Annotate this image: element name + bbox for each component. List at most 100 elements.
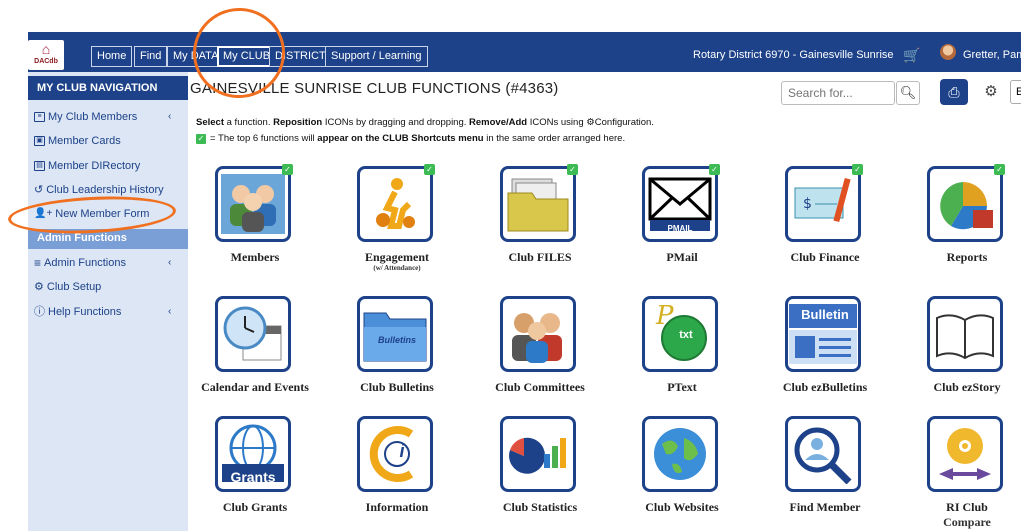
tile-label[interactable]: Find Member xyxy=(755,500,895,514)
committee-icon[interactable] xyxy=(500,296,576,372)
icon-caption: Bulletin xyxy=(801,307,849,322)
function-tile-club-ezbulletins[interactable]: Bulletin Club ezBulletins xyxy=(755,296,895,406)
globe-icon[interactable] xyxy=(642,416,718,492)
rotary-compare-icon[interactable] xyxy=(927,416,1003,492)
tile-label[interactable]: Calendar and Events xyxy=(185,380,325,394)
calendar-clock-icon[interactable] xyxy=(215,296,291,372)
chevron-left-icon[interactable]: ‹ xyxy=(168,254,171,272)
check-pen-icon[interactable]: $ xyxy=(785,166,861,242)
tile-label[interactable]: Club ezStory xyxy=(897,380,1021,394)
shortcut-checkmark-icon: ✓ xyxy=(852,164,863,175)
chevron-left-icon[interactable]: ‹ xyxy=(168,108,171,126)
tile-label[interactable]: Club FILES xyxy=(470,250,610,264)
search-input[interactable] xyxy=(781,81,895,105)
instruction-line-2: ✓ = The top 6 functions will appear on th… xyxy=(196,133,626,144)
cart-icon[interactable]: 🛒 xyxy=(903,47,920,64)
directory-icon: ▤ xyxy=(34,161,45,171)
tile-label[interactable]: Club Committees xyxy=(470,380,610,394)
engagement-icon[interactable] xyxy=(357,166,433,242)
function-tile-reports[interactable]: ✓ Reports xyxy=(897,164,1021,276)
tile-label[interactable]: Reports xyxy=(897,250,1021,264)
district-label[interactable]: Rotary District 6970 - Gainesville Sunri… xyxy=(693,46,894,64)
sidebar-item-help-functions[interactable]: ⓘ Help Functions ‹ xyxy=(34,303,171,321)
sidebar-header: MY CLUB NAVIGATION xyxy=(28,76,188,100)
sidebar-item-my-club-members[interactable]: ≡ My Club Members ‹ xyxy=(34,108,171,126)
find-member-icon[interactable] xyxy=(785,416,861,492)
chevron-left-icon[interactable]: ‹ xyxy=(168,303,171,321)
icon-caption: txt xyxy=(679,329,693,341)
text-bubble-icon[interactable]: Ptxt xyxy=(642,296,718,372)
icon-caption: Grants xyxy=(230,469,276,485)
function-tile-calendar-and-events[interactable]: Calendar and Events xyxy=(185,296,325,406)
tile-label[interactable]: RI Club xyxy=(897,500,1021,514)
sidebar-item-member-cards[interactable]: ▣ Member Cards xyxy=(34,132,121,150)
tile-label[interactable]: Club Finance xyxy=(755,250,895,264)
ezbulletin-icon[interactable]: Bulletin xyxy=(785,296,861,372)
settings-icon: ⚙ xyxy=(34,281,44,293)
function-tile-club-files[interactable]: ✓ Club FILES xyxy=(470,164,610,276)
sidebar-item-label: Club Setup xyxy=(46,281,102,293)
logo-mark-icon: ⌂ xyxy=(41,41,51,57)
sidebar-item-admin-functions[interactable]: ≡ Admin Functions ‹ xyxy=(34,254,171,272)
user-name[interactable]: Gretter, Pam xyxy=(963,46,1021,64)
function-tile-information[interactable]: i Information xyxy=(327,416,467,526)
function-tile-club-finance[interactable]: $ ✓ Club Finance xyxy=(755,164,895,276)
function-tile-club-ezstory[interactable]: Club ezStory xyxy=(897,296,1021,406)
print-icon[interactable]: ⎙ xyxy=(940,79,968,105)
function-tile-club-committees[interactable]: Club Committees xyxy=(470,296,610,406)
function-tile-club-websites[interactable]: Club Websites xyxy=(612,416,752,526)
tab-find[interactable]: Find xyxy=(134,46,168,67)
globe-grants-icon[interactable]: Grants xyxy=(215,416,291,492)
export-button[interactable]: E xyxy=(1010,80,1021,104)
info-icon[interactable]: i xyxy=(357,416,433,492)
members-icon[interactable] xyxy=(215,166,291,242)
function-tile-pmail[interactable]: PMAIL ✓ PMail xyxy=(612,164,752,276)
function-tile-find-member[interactable]: Find Member xyxy=(755,416,895,526)
tile-label[interactable]: Club ezBulletins xyxy=(755,380,895,394)
tab-home[interactable]: Home xyxy=(91,46,133,67)
sidebar-item-member-directory[interactable]: ▤ Member DIRectory xyxy=(34,157,140,175)
members-list-icon: ≡ xyxy=(34,112,45,122)
function-tile-club-grants[interactable]: Grants Club Grants xyxy=(185,416,325,526)
function-tile-club-bulletins[interactable]: Bulletins Club Bulletins xyxy=(327,296,467,406)
icon-caption: PMAIL xyxy=(667,224,693,233)
function-tile-club-statistics[interactable]: Club Statistics xyxy=(470,416,610,526)
function-tile-ptext[interactable]: Ptxt PText xyxy=(612,296,752,406)
tile-sublabel: (w/ Attendance) xyxy=(373,264,421,272)
tile-label[interactable]: Club Statistics xyxy=(470,500,610,514)
function-tile-members[interactable]: ✓ Members xyxy=(185,164,325,276)
avatar[interactable] xyxy=(940,44,956,60)
open-book-icon[interactable] xyxy=(927,296,1003,372)
configuration-gear-icon: ⚙ xyxy=(586,117,595,128)
tile-label[interactable]: PText xyxy=(612,380,752,394)
logo-text: DACdb xyxy=(34,58,58,65)
sidebar-item-label: My Club Members xyxy=(48,111,138,123)
card-icon: ▣ xyxy=(34,136,45,146)
icon-caption: i xyxy=(399,441,405,461)
search-icon[interactable]: 🔍︎ xyxy=(896,81,920,105)
pie-chart-icon[interactable] xyxy=(927,166,1003,242)
tile-label[interactable]: Engagement xyxy=(327,250,467,264)
dacdb-logo[interactable]: ⌂ DACdb xyxy=(28,40,64,70)
sidebar-item-label: Member Cards xyxy=(48,135,121,147)
function-tile-engagement[interactable]: ✓ Engagement (w/ Attendance) xyxy=(327,164,467,276)
tile-label[interactable]: Members xyxy=(185,250,325,264)
menu-icon: ≡ xyxy=(34,256,42,270)
sidebar-item-label: Help Functions xyxy=(48,306,122,318)
tile-label[interactable]: PMail xyxy=(612,250,752,264)
sidebar-item-club-setup[interactable]: ⚙ Club Setup xyxy=(34,278,101,296)
tile-label[interactable]: Information xyxy=(327,500,467,514)
bulletins-folder-icon[interactable]: Bulletins xyxy=(357,296,433,372)
history-icon: ↺ xyxy=(34,184,44,196)
tile-label[interactable]: Club Websites xyxy=(612,500,752,514)
function-tile-ri-club[interactable]: RI Club Compare xyxy=(897,416,1021,529)
tile-label[interactable]: Club Grants xyxy=(185,500,325,514)
folder-icon[interactable] xyxy=(500,166,576,242)
sidebar-item-label: Admin Functions xyxy=(44,257,126,269)
envelope-icon[interactable]: PMAIL xyxy=(642,166,718,242)
stats-icon[interactable] xyxy=(500,416,576,492)
tab-support-learning[interactable]: Support / Learning xyxy=(325,46,428,67)
gear-icon[interactable]: ⚙ xyxy=(980,81,1002,103)
tile-label[interactable]: Club Bulletins xyxy=(327,380,467,394)
svg-text:$: $ xyxy=(803,196,812,212)
